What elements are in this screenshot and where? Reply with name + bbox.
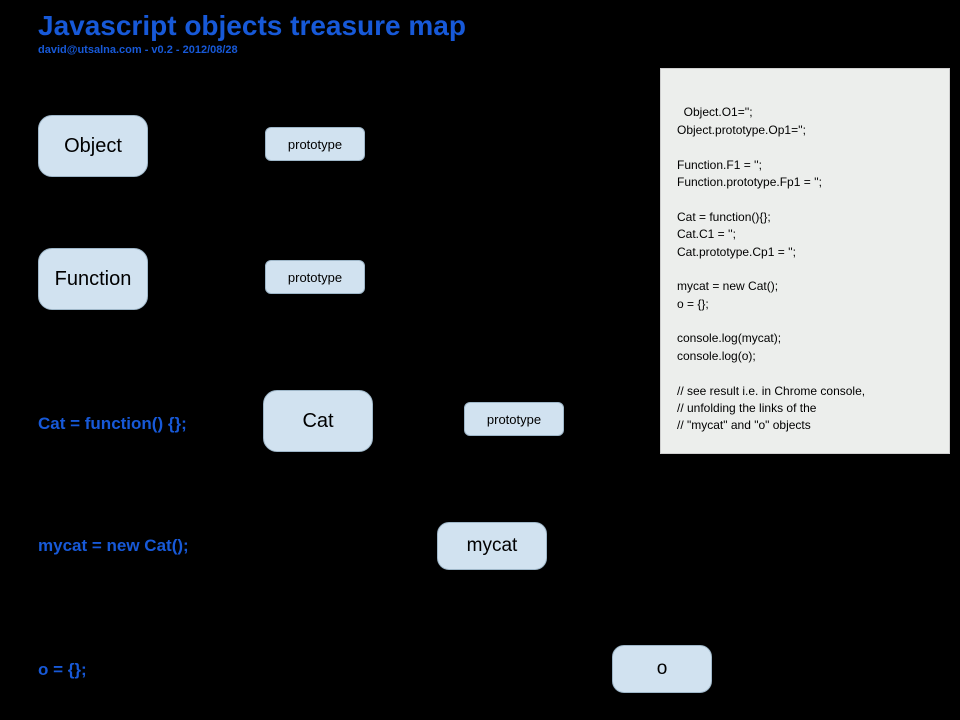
- node-cat-label: Cat: [302, 410, 333, 433]
- node-function-prototype: prototype: [265, 260, 365, 294]
- node-o-label: o: [657, 658, 668, 680]
- node-mycat-label: mycat: [467, 535, 518, 557]
- node-o: o: [612, 645, 712, 693]
- node-object-prototype-label: prototype: [288, 137, 342, 152]
- node-function-prototype-label: prototype: [288, 270, 342, 285]
- node-object-prototype: prototype: [265, 127, 365, 161]
- caption-mycat-def: mycat = new Cat();: [38, 536, 189, 556]
- node-object-label: Object: [64, 135, 122, 158]
- page-title: Javascript objects treasure map: [38, 10, 466, 42]
- node-function-label: Function: [55, 268, 132, 291]
- node-cat-prototype: prototype: [464, 402, 564, 436]
- node-function: Function: [38, 248, 148, 310]
- node-cat-prototype-label: prototype: [487, 412, 541, 427]
- node-cat: Cat: [263, 390, 373, 452]
- code-panel-content: Object.O1=''; Object.prototype.Op1=''; F…: [677, 105, 865, 432]
- node-mycat: mycat: [437, 522, 547, 570]
- node-object: Object: [38, 115, 148, 177]
- page-subtitle: david@utsalna.com - v0.2 - 2012/08/28: [38, 44, 238, 56]
- code-panel: Object.O1=''; Object.prototype.Op1=''; F…: [660, 68, 950, 454]
- caption-o-def: o = {};: [38, 660, 87, 680]
- caption-cat-def: Cat = function() {};: [38, 414, 187, 434]
